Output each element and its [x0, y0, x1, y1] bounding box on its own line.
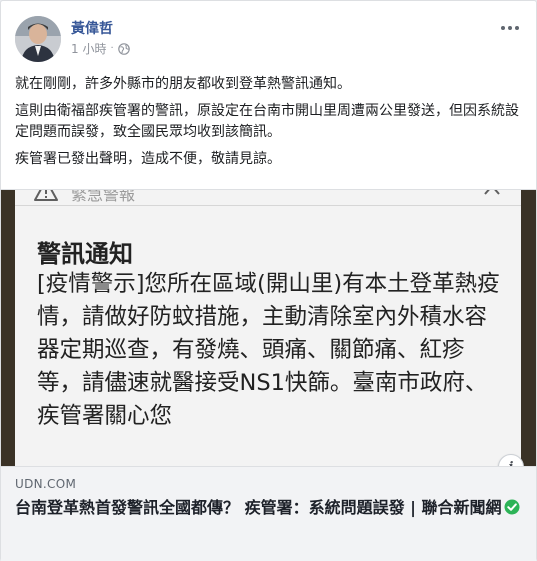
post-timestamp[interactable]: 1 小時: [71, 40, 106, 57]
link-domain: UDN.COM: [15, 477, 77, 491]
post-paragraph: 這則由衛福部疾管署的警訊，原設定在台南市開山里周遭兩公里發送，但因系統設定問題而…: [15, 103, 519, 140]
emergency-alert-card: 緊急警報 警訊通知 [疫情警示]您所在區域(開山里)有本土登革熱疫情，請做好防蚊…: [15, 190, 521, 466]
alert-title: 警訊通知: [37, 240, 133, 268]
post-paragraph: 就在剛剛，許多外縣市的朋友都收到登革熱警訊通知。: [15, 76, 351, 92]
alert-body: [疫情警示]您所在區域(開山里)有本土登革熱疫情，請做好防蚊措施，主動清除室內外…: [37, 271, 500, 429]
verified-check-icon: [504, 499, 520, 515]
link-preview-image[interactable]: 緊急警報 警訊通知 [疫情警示]您所在區域(開山里)有本土登革熱疫情，請做好防蚊…: [1, 190, 536, 466]
post-paragraph: 疾管署已發出聲明，造成不便，敬請見諒。: [15, 151, 281, 167]
chevron-up-icon: [484, 190, 500, 195]
post-text: 就在剛剛，許多外縣市的朋友都收到登革熱警訊通知。 這則由衛福部疾管署的警訊，原設…: [15, 74, 522, 176]
alert-header: 緊急警報: [15, 190, 521, 206]
post-meta: 1 小時 ·: [71, 40, 130, 57]
alert-header-label: 緊急警報: [71, 190, 136, 204]
more-options-button[interactable]: [496, 19, 524, 37]
more-options-icon: [508, 26, 512, 30]
author-name[interactable]: 黃偉哲: [71, 18, 113, 38]
more-options-icon: [501, 26, 505, 30]
meta-separator: ·: [110, 43, 114, 54]
feed-post: 黃偉哲 1 小時 · 就在剛剛，許多外縣市的朋友都收到登革熱警訊通知。 這則由衛…: [0, 0, 537, 561]
post-header: 黃偉哲 1 小時 ·: [15, 15, 524, 63]
warning-triangle-icon: [34, 190, 58, 201]
avatar[interactable]: [15, 16, 61, 62]
link-title-text: 台南登革熱首發警訊全國都傳？ 疾管署：系統問題誤發 | 聯合新聞網: [15, 498, 502, 517]
link-title[interactable]: 台南登革熱首發警訊全國都傳？ 疾管署：系統問題誤發 | 聯合新聞網: [15, 497, 522, 519]
link-attachment[interactable]: 緊急警報 警訊通知 [疫情警示]您所在區域(開山里)有本土登革熱疫情，請做好防蚊…: [1, 189, 536, 561]
link-info[interactable]: UDN.COM 台南登革熱首發警訊全國都傳？ 疾管署：系統問題誤發 | 聯合新聞…: [1, 466, 536, 561]
globe-icon[interactable]: [117, 42, 130, 55]
more-options-icon: [515, 26, 519, 30]
